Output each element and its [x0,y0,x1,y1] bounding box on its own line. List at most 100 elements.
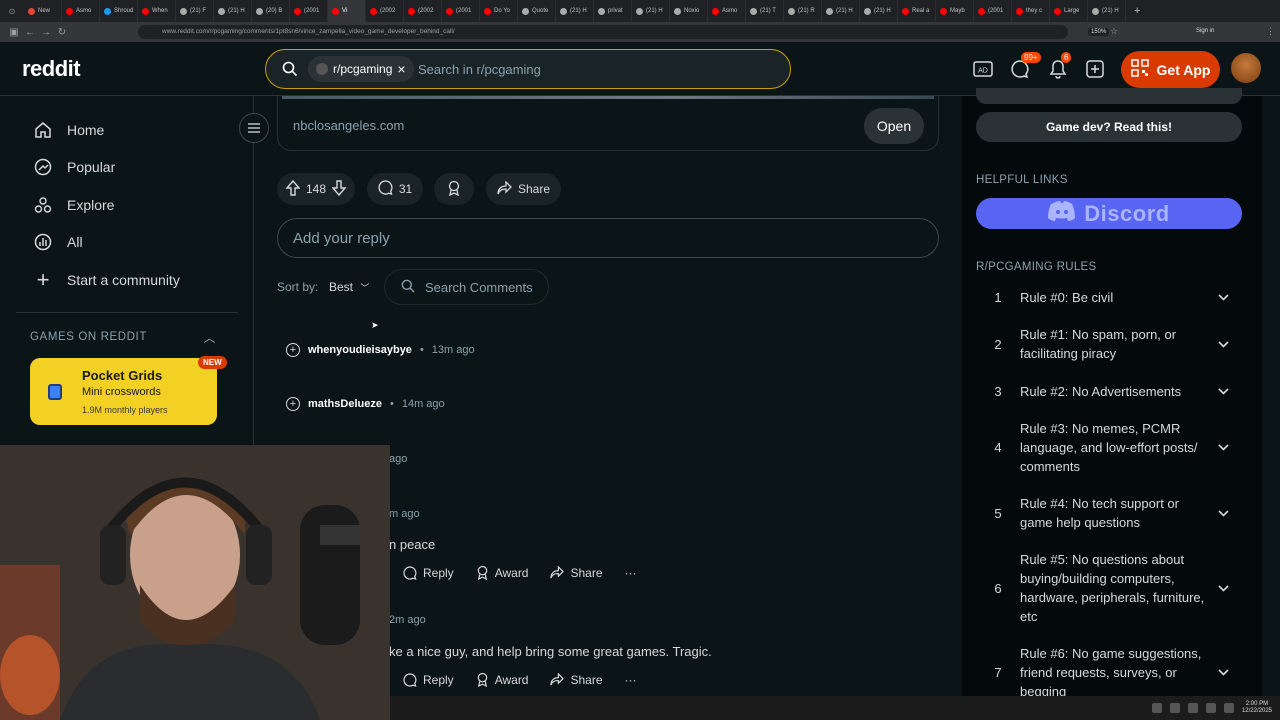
browser-tab[interactable]: (21) F [176,0,214,22]
browser-tab[interactable]: they c [1012,0,1050,22]
comments-button[interactable]: 31 [367,173,423,205]
browser-tab[interactable]: (21) H [556,0,594,22]
browser-tab[interactable]: (2001 [442,0,480,22]
reload-icon[interactable]: ↻ [54,24,70,40]
get-app-button[interactable]: Get App [1121,51,1220,88]
comment-author[interactable]: mathsDelueze [308,398,382,410]
sidebar-toggle-icon[interactable]: ▣ [6,24,22,40]
sort-dropdown[interactable]: Best ﹀ [329,280,369,294]
browser-tab[interactable]: (21) H [632,0,670,22]
expand-thread-icon[interactable]: + [286,343,300,357]
browser-tab[interactable]: (21) T [746,0,784,22]
search-input[interactable]: Search in r/pcgaming [418,62,541,77]
browser-tab[interactable]: Large [1050,0,1088,22]
chip-close-icon[interactable]: × [397,61,405,77]
tray-icon[interactable] [1169,703,1180,713]
hamburger-menu-icon[interactable] [239,113,269,143]
rule-item[interactable]: 6 Rule #5: No questions about buying/bui… [976,550,1242,626]
user-avatar[interactable] [1231,53,1261,83]
browser-tab[interactable]: (2001 [974,0,1012,22]
reddit-logo[interactable]: reddit [22,56,81,82]
tab-search-icon[interactable]: ⊙ [0,7,24,16]
open-link-button[interactable]: Open [864,108,924,144]
reply-input[interactable]: Add your reply [277,218,939,258]
search-bar[interactable]: r/pcgaming × Search in r/pcgaming [265,49,791,89]
game-dev-read-this-button[interactable]: Game dev? Read this! [976,112,1242,142]
browser-tab[interactable]: (21) H [822,0,860,22]
browser-tab[interactable]: (21) H [214,0,252,22]
notification-bell-icon[interactable]: 6 [1045,52,1072,82]
bookmark-star-icon[interactable]: ☆ [1110,26,1118,37]
browser-tab[interactable]: When [138,0,176,22]
pocket-grids-card[interactable]: Pocket Grids Mini crosswords 1.9M monthl… [30,356,227,425]
browser-tab[interactable]: Asmo [62,0,100,22]
rule-item[interactable]: 7 Rule #6: No game suggestions, friend r… [976,644,1242,701]
browser-tab[interactable]: (21) H [860,0,898,22]
signin-button[interactable]: Sign in [1196,28,1214,34]
sidebar-item-explore[interactable]: Explore [33,186,233,223]
browser-tab[interactable]: Real a [898,0,936,22]
browser-tab[interactable]: (2002 [366,0,404,22]
expand-thread-icon[interactable]: + [286,397,300,411]
link-domain[interactable]: nbclosangeles.com [293,118,404,133]
tab-favicon-icon [370,7,377,15]
search-comments-input[interactable]: Search Comments [384,269,549,305]
url-field[interactable]: www.reddit.com/r/pcgaming/comments/1pt8s… [138,25,1068,39]
tray-icon[interactable] [1151,703,1162,713]
new-tab-icon[interactable]: + [1134,5,1140,17]
games-on-reddit-heading[interactable]: GAMES ON REDDIT ︿ [30,331,216,345]
reply-button[interactable]: Reply [403,673,454,687]
browser-tab[interactable]: Quote [518,0,556,22]
award-button[interactable] [434,173,474,205]
subreddit-chip[interactable]: r/pcgaming × [308,56,414,82]
forward-icon[interactable]: → [38,24,54,40]
award-button[interactable]: Award [476,565,528,580]
browser-tab[interactable]: (2001 [290,0,328,22]
share-button[interactable]: Share [550,673,603,687]
browser-tab[interactable]: (21) H [1088,0,1126,22]
create-post-icon[interactable] [1082,56,1108,82]
sidebar-item-all[interactable]: All [33,223,233,260]
advertise-icon[interactable]: AD [970,56,996,82]
rule-item[interactable]: 5 Rule #4: No tech support or game help … [976,494,1242,532]
browser-tab[interactable]: Noxio [670,0,708,22]
rule-item[interactable]: 3 Rule #2: No Advertisements [976,381,1242,401]
upvote-icon[interactable] [285,179,301,199]
wifi-icon[interactable] [1205,703,1216,713]
browser-tab[interactable]: Shroud [100,0,138,22]
tab-title: Asmo [722,8,738,14]
award-button[interactable]: Award [476,672,528,687]
browser-tab[interactable]: (21) R [784,0,822,22]
rule-item[interactable]: 2 Rule #1: No spam, porn, or facilitatin… [976,325,1242,363]
volume-icon[interactable] [1223,703,1234,713]
browser-tab[interactable]: Asmo [708,0,746,22]
browser-tab[interactable]: (2002 [404,0,442,22]
browser-tab[interactable]: (20) B [252,0,290,22]
sidebar-item-start-community[interactable]: + Start a community [33,261,233,298]
tab-title: (21) H [228,8,245,14]
system-clock[interactable]: 2:00 PM 12/22/2025 [1242,701,1272,715]
chat-icon[interactable]: 99+ [1007,52,1041,82]
browser-tab[interactable]: Do Yo [480,0,518,22]
share-button[interactable]: Share [550,566,603,580]
sidebar-item-popular[interactable]: Popular [33,148,233,185]
reply-button[interactable]: Reply [403,566,454,580]
comment-author[interactable]: whenyoudieisaybye [308,344,412,356]
downvote-icon[interactable] [331,179,347,199]
back-icon[interactable]: ← [22,24,38,40]
rule-item[interactable]: 4 Rule #3: No memes, PCMR language, and … [976,419,1242,476]
sidebar-item-home[interactable]: Home [33,111,233,148]
discord-link[interactable]: Discord [976,198,1242,229]
sidebar-button-top[interactable] [976,88,1242,104]
browser-tab[interactable]: New [24,0,62,22]
share-button[interactable]: Share [486,173,561,205]
more-options-button[interactable]: ··· [625,673,637,687]
browser-tab[interactable]: Mayb [936,0,974,22]
zoom-level[interactable]: 150% [1088,28,1110,36]
browser-tab[interactable]: Vi [328,0,366,22]
more-options-button[interactable]: ··· [625,566,637,580]
rule-item[interactable]: 1 Rule #0: Be civil [976,287,1242,307]
browser-tab[interactable]: privat [594,0,632,22]
browser-menu-icon[interactable]: ⋮ [1266,26,1275,37]
tray-icon[interactable] [1187,703,1198,713]
